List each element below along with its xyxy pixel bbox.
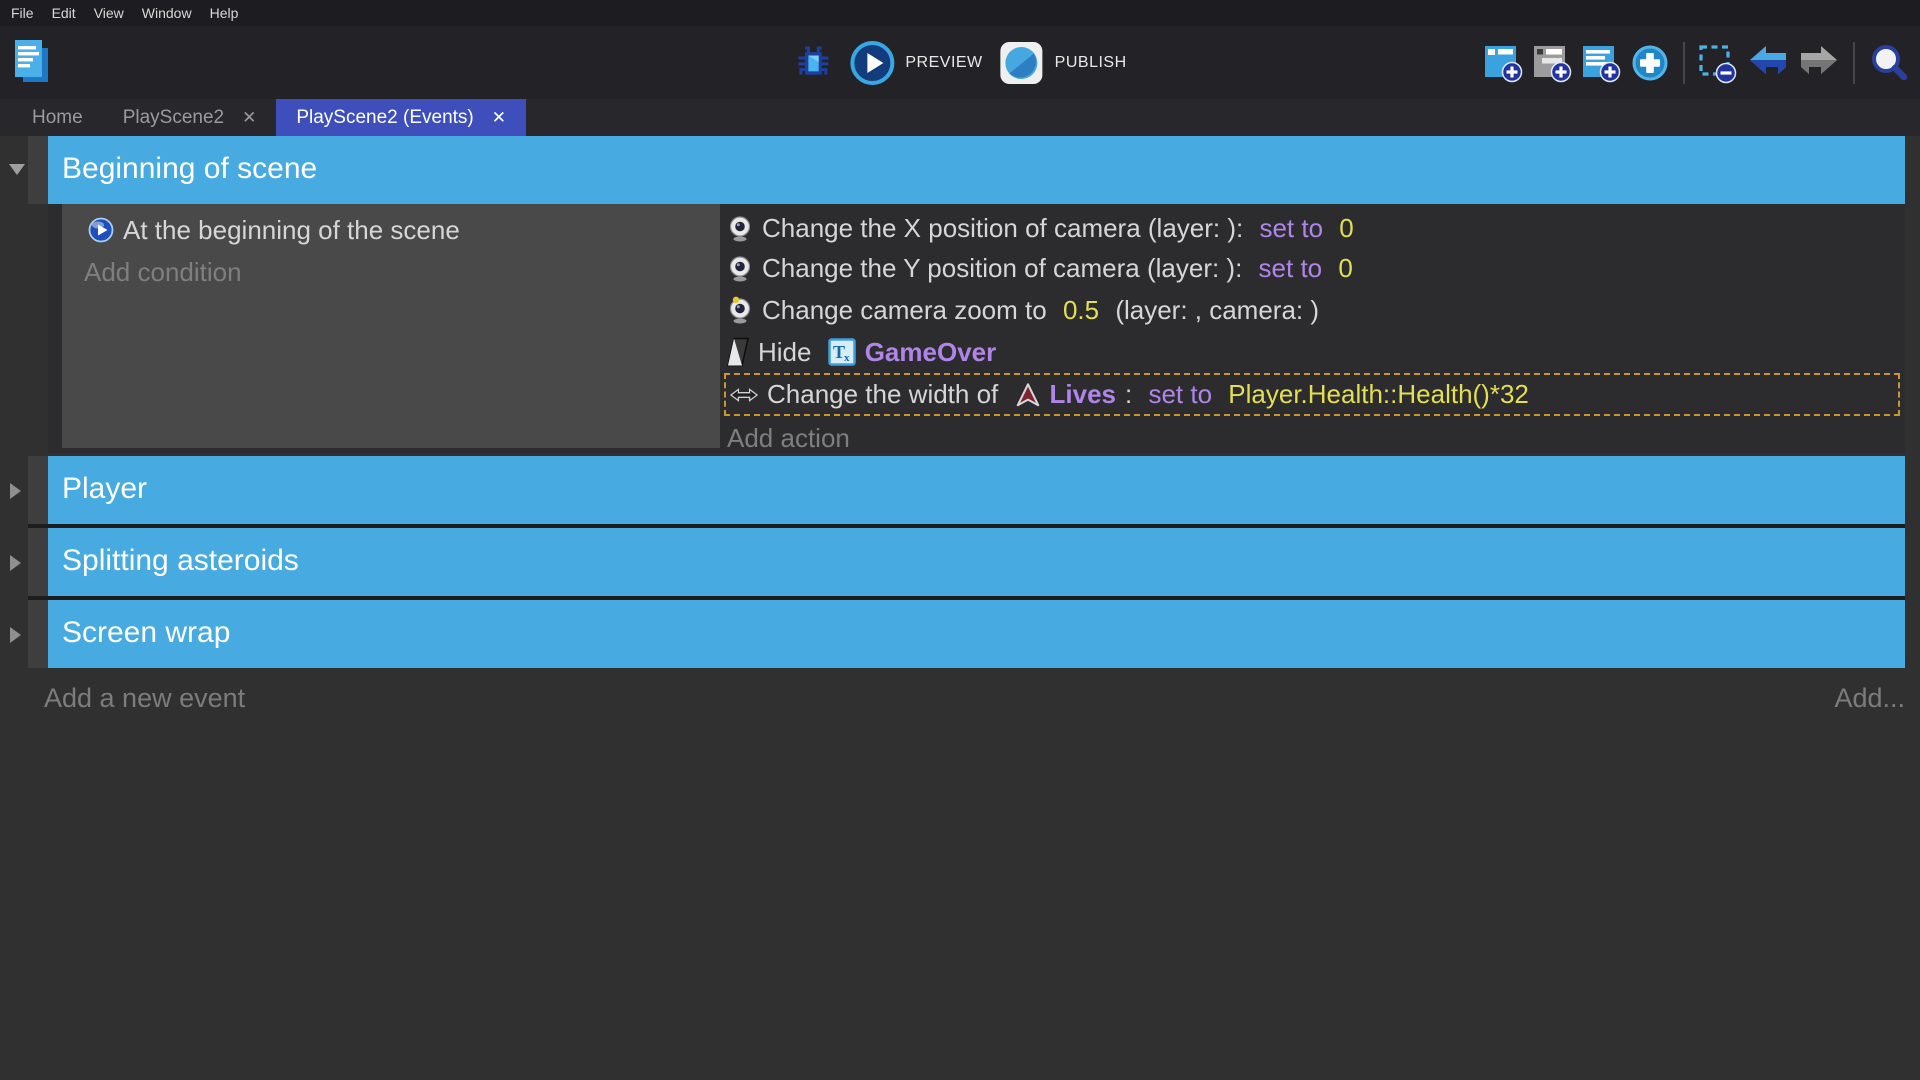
publish-label: PUBLISH — [1055, 54, 1127, 72]
text-object-icon: T x — [828, 338, 856, 366]
add-subevent-icon — [1532, 42, 1572, 84]
event-group-player[interactable]: Player — [28, 456, 1905, 524]
tab-close-icon[interactable]: ✕ — [492, 109, 506, 126]
group-title: Screen wrap — [48, 600, 1905, 668]
hide-visibility-icon — [727, 337, 749, 367]
undo-icon — [1747, 42, 1789, 84]
events-sheet: Beginning of scene At the beginning of t… — [0, 136, 1920, 1080]
tab-close-icon[interactable]: ✕ — [242, 109, 256, 126]
remove-selection-button[interactable] — [1698, 42, 1738, 84]
tab-playscene2-events-label: PlayScene2 (Events) — [296, 107, 473, 129]
tab-bar: Home PlayScene2 ✕ PlayScene2 (Events) ✕ — [0, 99, 1920, 136]
menu-help[interactable]: Help — [201, 5, 248, 21]
collapse-group-arrow-icon[interactable] — [9, 164, 25, 175]
preview-play-icon — [849, 40, 895, 86]
condition-text: At the beginning of the scene — [123, 215, 460, 246]
collapsed-groups: Player Splitting asteroids Screen wrap — [28, 456, 1905, 668]
gdevelop-logo-icon — [12, 37, 52, 87]
tab-playscene2[interactable]: PlayScene2 ✕ — [103, 99, 277, 136]
action-row-camera-y[interactable]: Change the Y position of camera (layer: … — [727, 248, 1353, 288]
main-toolbar: PREVIEW PUBLISH — [0, 26, 1920, 100]
expand-group-arrow-icon[interactable] — [10, 627, 21, 643]
menu-file[interactable]: File — [2, 5, 43, 21]
conditions-panel: At the beginning of the scene Add condit… — [62, 204, 720, 448]
add-comment-icon — [1581, 42, 1621, 84]
menu-view[interactable]: View — [85, 5, 133, 21]
sheet-footer: Add a new event Add... — [44, 676, 1905, 720]
add-event-button[interactable] — [1483, 42, 1523, 84]
menu-window[interactable]: Window — [133, 5, 201, 21]
event-grip[interactable] — [28, 528, 48, 596]
group-title: Splitting asteroids — [48, 528, 1905, 596]
debug-button[interactable] — [793, 42, 833, 84]
add-action-button[interactable]: Add action — [727, 418, 850, 458]
undo-button[interactable] — [1747, 42, 1789, 84]
search-icon — [1868, 42, 1910, 84]
toolbar-separator — [1683, 42, 1685, 84]
redo-button[interactable] — [1798, 42, 1840, 84]
action-row-hide-gameover[interactable]: Hide T x GameOver — [727, 332, 996, 372]
search-button[interactable] — [1868, 42, 1910, 84]
preview-button[interactable]: PREVIEW — [849, 40, 982, 86]
action-row-camera-x[interactable]: Change the X position of camera (layer: … — [727, 208, 1354, 248]
toolbar-center-group: PREVIEW PUBLISH — [793, 26, 1126, 99]
menu-edit[interactable]: Edit — [43, 5, 85, 21]
svg-text:x: x — [844, 352, 850, 364]
menu-bar: File Edit View Window Help — [0, 0, 1920, 26]
add-circle-icon — [1630, 42, 1670, 84]
play-orb-icon — [88, 217, 114, 243]
condition-row[interactable]: At the beginning of the scene — [88, 210, 460, 250]
camera-icon — [727, 254, 753, 282]
width-arrow-icon — [730, 387, 758, 403]
action-row-camera-zoom[interactable]: Change camera zoom to 0.5 (layer: , came… — [727, 290, 1319, 330]
tab-playscene2-events[interactable]: PlayScene2 (Events) ✕ — [276, 99, 526, 136]
event-grip[interactable] — [28, 136, 48, 204]
action-row-change-width-lives-selected[interactable]: Change the width of Lives: set to Player… — [724, 373, 1900, 416]
event-grip[interactable] — [28, 456, 48, 524]
lives-ship-icon — [1015, 382, 1041, 408]
tab-playscene2-label: PlayScene2 — [123, 107, 224, 129]
preview-label: PREVIEW — [905, 54, 982, 72]
gdevelop-window: File Edit View Window Help — [0, 0, 1920, 1080]
event-group-beginning-of-scene[interactable]: Beginning of scene — [28, 136, 1905, 204]
event-group-splitting-asteroids[interactable]: Splitting asteroids — [28, 528, 1905, 596]
expand-group-arrow-icon[interactable] — [10, 483, 21, 499]
event-grip[interactable] — [28, 600, 48, 668]
tab-home-label: Home — [32, 107, 83, 129]
tab-home[interactable]: Home — [12, 99, 103, 136]
event-body: At the beginning of the scene Add condit… — [48, 204, 1905, 453]
add-new-event-button[interactable]: Add a new event — [44, 683, 245, 714]
add-condition-button[interactable]: Add condition — [84, 252, 242, 292]
redo-icon — [1798, 42, 1840, 84]
add-comment-button[interactable] — [1581, 42, 1621, 84]
debug-bug-icon — [793, 42, 833, 84]
project-manager-button[interactable] — [12, 37, 52, 87]
publish-button[interactable]: PUBLISH — [999, 40, 1127, 86]
expand-group-arrow-icon[interactable] — [10, 555, 21, 571]
add-more-events-button[interactable] — [1630, 42, 1670, 84]
camera-icon — [727, 214, 753, 242]
add-subevent-button[interactable] — [1532, 42, 1572, 84]
publish-globe-icon — [999, 40, 1045, 86]
toolbar-right-icons — [1483, 26, 1910, 99]
event-group-screen-wrap[interactable]: Screen wrap — [28, 600, 1905, 668]
add-event-icon — [1483, 42, 1523, 84]
add-more-button[interactable]: Add... — [1834, 683, 1905, 714]
camera-zoom-icon — [727, 296, 753, 324]
remove-selection-icon — [1698, 42, 1738, 84]
group-title: Beginning of scene — [48, 136, 1905, 204]
group-title: Player — [48, 456, 1905, 524]
toolbar-separator — [1853, 42, 1855, 84]
